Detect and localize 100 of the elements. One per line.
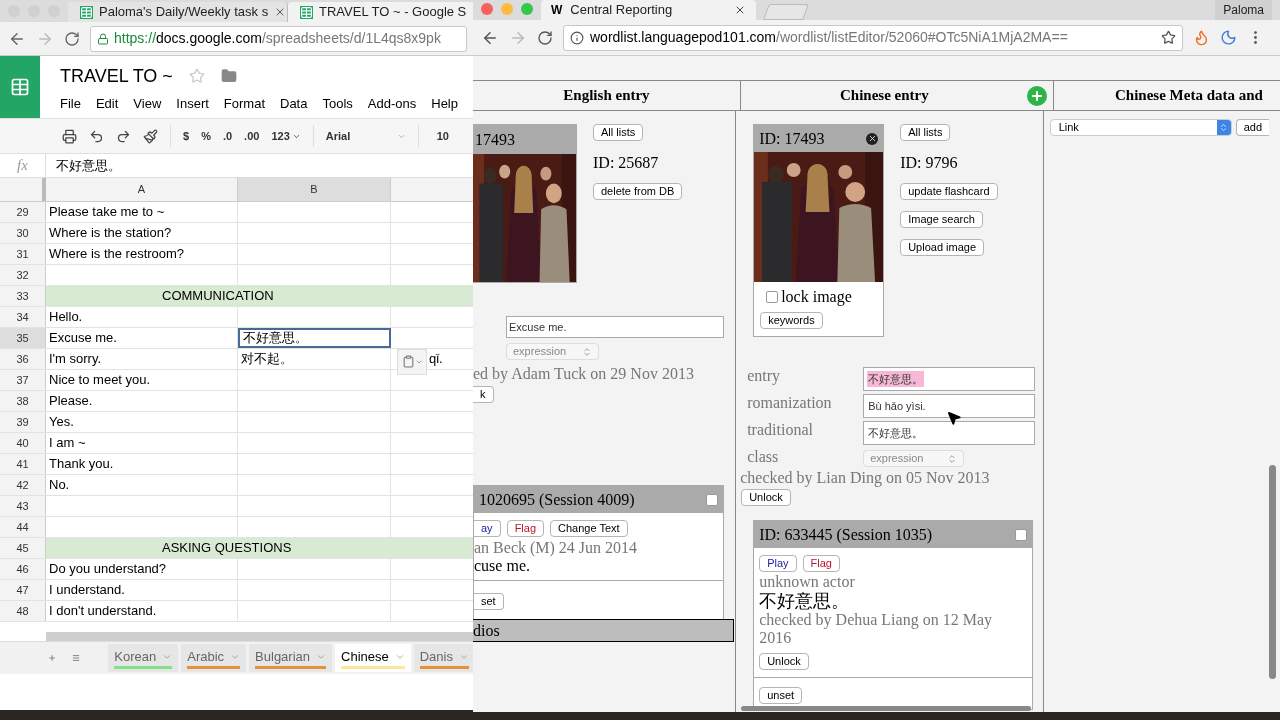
address-field[interactable]: wordlist.languagepod101.com/wordlist/listEditor/52060#OTc5NiA1MjA2MA== — [563, 24, 1183, 51]
redo-icon[interactable] — [116, 128, 131, 144]
browser-tab[interactable]: Paloma's Daily/Weekly task s — [68, 2, 288, 22]
profile-button[interactable]: Paloma — [1215, 0, 1272, 20]
sheet-tab[interactable]: Korean — [108, 644, 179, 672]
percent-button[interactable]: % — [201, 127, 211, 145]
row-number[interactable]: 45 — [0, 538, 46, 558]
add-entry-button[interactable] — [1027, 85, 1047, 106]
row-number[interactable]: 38 — [0, 391, 46, 411]
row-number[interactable]: 30 — [0, 223, 46, 243]
increase-decimals-button[interactable]: .00 — [244, 127, 260, 145]
sheets-logo[interactable] — [0, 56, 40, 118]
menu-item[interactable]: Format — [223, 94, 265, 114]
horizontal-scrollbar[interactable] — [741, 706, 1031, 711]
document-title[interactable]: TRAVEL TO ~ — [60, 64, 173, 88]
close-icon[interactable] — [866, 132, 879, 145]
row-number[interactable]: 46 — [0, 559, 46, 579]
font-select[interactable]: Arial — [325, 127, 406, 145]
link-select[interactable]: Link — [1049, 119, 1232, 136]
row-number[interactable]: 39 — [0, 412, 46, 432]
new-tab-button[interactable] — [763, 4, 809, 20]
entry-field[interactable]: Excuse me. — [506, 316, 724, 338]
sheet-tab[interactable]: Bulgarian — [249, 644, 333, 672]
delete-button[interactable]: delete from DB — [593, 183, 683, 200]
row-number[interactable]: 41 — [0, 454, 46, 474]
audio-button[interactable]: Change Text — [550, 520, 628, 537]
font-size-select[interactable]: 10 — [430, 127, 449, 145]
unlock-button[interactable]: Unlock — [759, 653, 809, 670]
checkbox[interactable] — [1015, 528, 1028, 541]
horizontal-scrollbar[interactable] — [46, 632, 475, 641]
decrease-decimals-button[interactable]: .0 — [222, 127, 233, 145]
unset-button[interactable]: unset — [759, 687, 803, 704]
star-icon[interactable] — [188, 68, 205, 84]
row-number[interactable]: 34 — [0, 307, 46, 327]
class-select[interactable]: expression — [863, 450, 965, 467]
add-button[interactable]: add — [1235, 119, 1269, 136]
text-field[interactable]: 不好意思。 — [863, 421, 1036, 445]
reload-icon[interactable] — [64, 30, 80, 47]
address-field[interactable]: https://docs.google.com/spreadsheets/d/1L4qs8x9pk — [90, 25, 467, 52]
row-number[interactable]: 44 — [0, 517, 46, 537]
paint-format-icon[interactable] — [143, 128, 158, 144]
row-number[interactable]: 29 — [0, 202, 46, 222]
action-button[interactable]: update flashcard — [900, 183, 998, 200]
menu-item[interactable]: Add-ons — [367, 94, 417, 114]
unlock-button[interactable]: k — [473, 386, 494, 403]
column-header[interactable]: B — [238, 178, 391, 201]
menu-item[interactable]: View — [133, 94, 162, 114]
folder-icon[interactable] — [220, 68, 237, 84]
keywords-button[interactable]: keywords — [760, 312, 823, 329]
menu-item[interactable]: Data — [280, 94, 308, 114]
paste-options-button[interactable] — [397, 348, 427, 375]
row-number[interactable]: 47 — [0, 580, 46, 600]
browser-tab[interactable]: W Central Reporting — [541, 0, 756, 20]
checkbox[interactable] — [766, 291, 779, 303]
zoom-window-button[interactable] — [521, 3, 533, 15]
audios-bar[interactable]: dios — [473, 619, 734, 642]
close-window-button[interactable] — [481, 3, 493, 15]
row-number[interactable]: 43 — [0, 496, 46, 516]
row-number[interactable]: 35 — [0, 328, 46, 348]
checkbox[interactable] — [706, 493, 718, 506]
row-number[interactable]: 40 — [0, 433, 46, 453]
unset-button[interactable]: set — [474, 593, 504, 610]
text-field[interactable]: Bù hǎo yìsi. — [863, 394, 1036, 418]
vertical-scrollbar[interactable] — [1269, 465, 1276, 679]
sheet-tab[interactable]: Arabic — [181, 644, 247, 672]
unlock-button[interactable]: Unlock — [741, 489, 791, 506]
undo-icon[interactable] — [89, 128, 104, 144]
row-number[interactable]: 31 — [0, 244, 46, 264]
row-number[interactable]: 36 — [0, 349, 46, 369]
audio-button[interactable]: ay — [474, 520, 501, 537]
sheet-tab[interactable]: Chinese — [335, 644, 411, 672]
print-icon[interactable] — [62, 128, 77, 144]
formula-field[interactable]: 不好意思。 — [46, 155, 121, 176]
action-button[interactable]: Upload image — [900, 239, 985, 256]
currency-button[interactable]: $ — [183, 127, 190, 145]
menu-item[interactable]: Help — [431, 94, 458, 114]
bookmark-star-icon[interactable] — [1161, 30, 1176, 45]
row-number[interactable]: 42 — [0, 475, 46, 495]
menu-item[interactable]: File — [60, 94, 81, 114]
text-field[interactable]: 不好意思。 — [863, 367, 1036, 391]
audio-button[interactable]: Flag — [506, 520, 545, 537]
flame-extension-icon[interactable] — [1193, 29, 1210, 46]
number-format-button[interactable]: 123 — [271, 127, 301, 145]
audio-button[interactable]: Flag — [802, 555, 840, 572]
menu-item[interactable]: Insert — [176, 94, 209, 114]
class-select[interactable]: expression — [506, 343, 599, 360]
reload-icon[interactable] — [537, 29, 553, 46]
menu-item[interactable]: Edit — [95, 94, 119, 114]
menu-item[interactable]: Tools — [322, 94, 353, 114]
audio-button[interactable]: Play — [759, 555, 797, 572]
row-number[interactable]: 32 — [0, 265, 46, 285]
row-number[interactable]: 33 — [0, 286, 46, 306]
sheet-tab[interactable]: Danis — [413, 644, 475, 672]
moon-extension-icon[interactable] — [1220, 29, 1237, 46]
browser-tab[interactable]: TRAVEL TO ~ - Google S — [288, 2, 475, 22]
row-number[interactable]: 48 — [0, 601, 46, 621]
action-button[interactable]: Image search — [900, 211, 983, 228]
close-icon[interactable] — [734, 4, 746, 16]
row-number[interactable]: 37 — [0, 370, 46, 390]
all-lists-button[interactable]: All lists — [900, 124, 951, 141]
